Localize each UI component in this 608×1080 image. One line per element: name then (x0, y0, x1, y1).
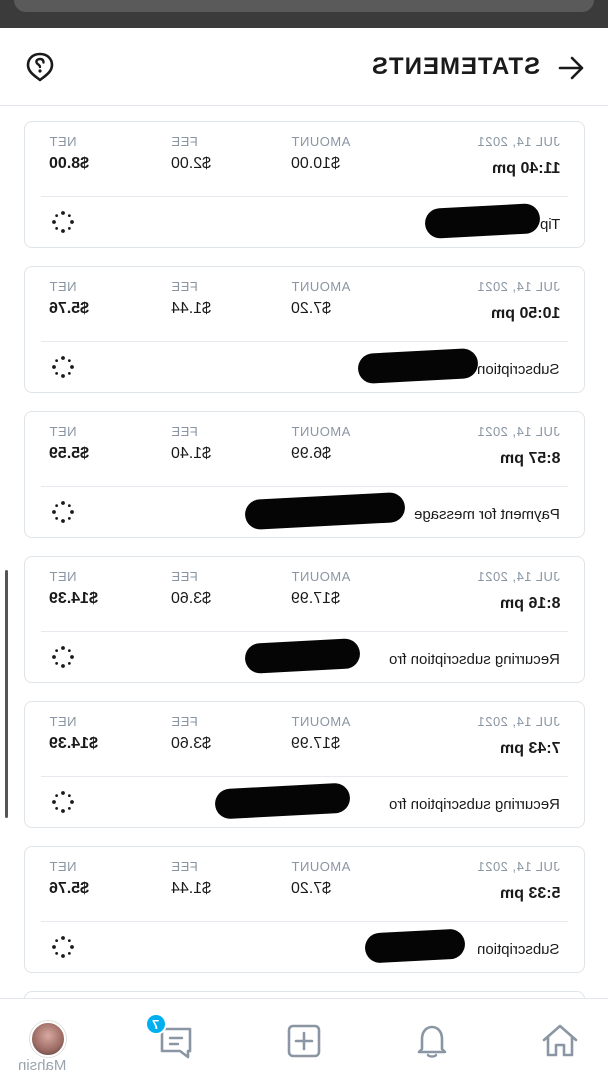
loading-spinner-icon (52, 501, 74, 523)
amount-label: AMOUNT (291, 714, 351, 729)
net-label: NET (49, 424, 77, 439)
card-divider (41, 486, 568, 487)
page-title: STATEMENTS (371, 53, 541, 80)
amount-label: AMOUNT (291, 424, 351, 439)
fee-value: $2.00 (171, 155, 212, 172)
transaction-card[interactable] (24, 991, 585, 998)
redaction-mark (364, 928, 466, 964)
fee-value: $3.60 (171, 590, 212, 607)
transaction-date: JUL 14, 2021 (477, 569, 560, 584)
status-bar (0, 0, 608, 28)
fee-label: FEE (171, 134, 198, 149)
bottom-navigation: Mahsin 7 (0, 998, 608, 1080)
net-label: NET (49, 279, 77, 294)
page-header: STATEMENTS (0, 28, 608, 106)
transaction-description: Recurring subscription fro (389, 651, 560, 668)
transaction-date: JUL 14, 2021 (477, 424, 560, 439)
transaction-time: 10:50 pm (490, 305, 560, 322)
fee-value: $1.40 (171, 445, 212, 462)
status-bar-notch (14, 0, 594, 12)
net-value: $5.59 (49, 445, 90, 462)
transaction-card[interactable]: NET FEE AMOUNT JUL 14, 2021 $5.59 $1.40 $6.99 8… (24, 411, 585, 538)
amount-label: AMOUNT (291, 134, 351, 149)
fee-value: $3.60 (171, 735, 212, 752)
back-arrow-icon[interactable] (556, 53, 586, 83)
transaction-date: JUL 14, 2021 (477, 859, 560, 874)
transaction-description: Subscription (477, 941, 560, 958)
transaction-time: 11:40 pm (491, 160, 560, 177)
card-divider (41, 196, 568, 197)
transaction-description: Recurring subscription fro (389, 796, 560, 813)
amount-value: $7.20 (291, 300, 332, 317)
redaction-mark (244, 638, 361, 674)
card-divider (41, 921, 568, 922)
net-value: $5.76 (49, 300, 90, 317)
help-icon[interactable] (26, 52, 54, 82)
avatar-username: Mahsin (18, 1057, 67, 1074)
fee-label: FEE (171, 569, 198, 584)
fee-value: $1.44 (171, 880, 212, 897)
transaction-time: 8:57 pm (499, 450, 560, 467)
loading-spinner-icon (52, 356, 74, 378)
card-divider (41, 631, 568, 632)
transaction-date: JUL 14, 2021 (477, 714, 560, 729)
redaction-mark (424, 203, 541, 239)
avatar[interactable] (30, 1021, 66, 1057)
card-divider (41, 776, 568, 777)
transaction-card[interactable]: NET FEE AMOUNT JUL 14, 2021 $5.76 $1.44 $7.20 1… (24, 266, 585, 393)
net-label: NET (49, 859, 77, 874)
amount-label: AMOUNT (291, 569, 351, 584)
fee-label: FEE (171, 424, 198, 439)
redaction-mark (214, 782, 351, 820)
scrollbar[interactable] (5, 570, 8, 818)
amount-value: $17.99 (291, 590, 340, 607)
transaction-card[interactable]: NET FEE AMOUNT JUL 14, 2021 $14.39 $3.60 $17.9… (24, 701, 585, 828)
messages-badge: 7 (145, 1013, 167, 1035)
transaction-time: 8:16 pm (499, 595, 560, 612)
transaction-card[interactable]: NET FEE AMOUNT JUL 14, 2021 $14.39 $3.60 $17.9… (24, 556, 585, 683)
transaction-description: Subscription (477, 361, 560, 378)
amount-value: $10.00 (291, 155, 340, 172)
transaction-time: 7:43 pm (499, 740, 560, 757)
transaction-card[interactable]: NET FEE AMOUNT JUL 14, 2021 $8.00 $2.00 $10.00… (24, 121, 585, 248)
transaction-card[interactable]: NET FEE AMOUNT JUL 14, 2021 $5.76 $1.44 $7.20 5… (24, 846, 585, 973)
net-value: $14.39 (49, 590, 98, 607)
net-value: $14.39 (49, 735, 98, 752)
add-post-icon[interactable] (284, 1021, 324, 1061)
amount-label: AMOUNT (291, 859, 351, 874)
fee-label: FEE (171, 859, 198, 874)
amount-value: $7.20 (291, 880, 332, 897)
loading-spinner-icon (52, 936, 74, 958)
loading-spinner-icon (52, 211, 74, 233)
fee-value: $1.44 (171, 300, 212, 317)
loading-spinner-icon (52, 791, 74, 813)
card-divider (41, 341, 568, 342)
amount-value: $6.99 (291, 445, 332, 462)
net-value: $8.00 (49, 155, 90, 172)
home-icon[interactable] (540, 1021, 580, 1061)
bell-icon[interactable] (412, 1021, 452, 1061)
fee-label: FEE (171, 714, 198, 729)
transaction-description: Payment for message (414, 506, 560, 523)
transaction-description: Tip (539, 216, 560, 233)
transaction-time: 5:33 pm (499, 885, 560, 902)
net-value: $5.76 (49, 880, 90, 897)
amount-label: AMOUNT (291, 279, 351, 294)
fee-label: FEE (171, 279, 198, 294)
net-label: NET (49, 134, 77, 149)
statements-list[interactable]: NET FEE AMOUNT JUL 14, 2021 $8.00 $2.00 $10.00… (0, 106, 608, 998)
net-label: NET (49, 714, 77, 729)
net-label: NET (49, 569, 77, 584)
loading-spinner-icon (52, 646, 74, 668)
redaction-mark (244, 491, 406, 531)
amount-value: $17.99 (291, 735, 340, 752)
redaction-mark (357, 347, 479, 385)
transaction-date: JUL 14, 2021 (477, 279, 560, 294)
messages-badge-count: 7 (152, 1016, 160, 1032)
transaction-date: JUL 14, 2021 (477, 134, 560, 149)
